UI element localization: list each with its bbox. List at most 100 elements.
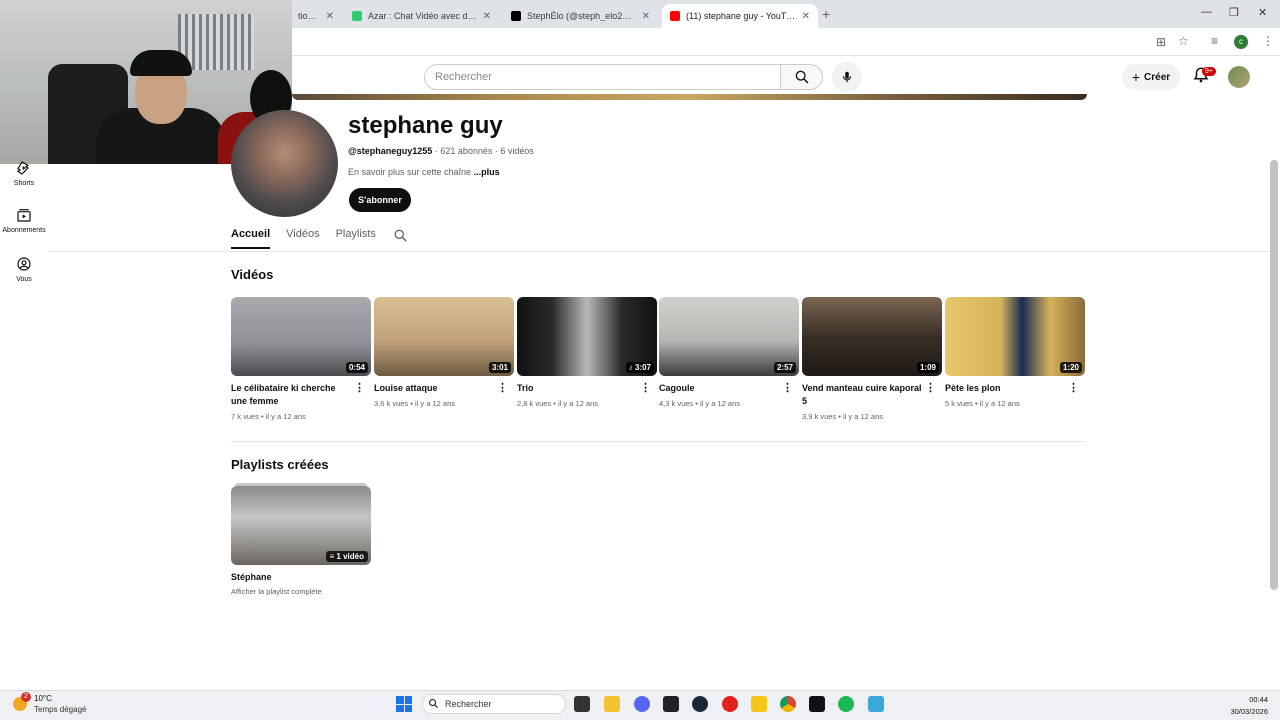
view-full-playlist-link[interactable]: Afficher la playlist complète [231,587,371,596]
shorts-icon [16,161,30,175]
video-title[interactable]: Le célibataire ki cherche une femme [231,382,353,408]
video-duration: 2:57 [773,362,796,373]
tab-videos[interactable]: Vidéos [286,228,319,249]
playlists-section-title[interactable]: Playlists créées [231,457,329,472]
subscribe-button[interactable]: S'abonner [349,188,411,212]
browser-menu-icon[interactable]: ⋮ [1262,34,1274,48]
video-card[interactable]: 1:09 Vend manteau cuire kaporal 5 3,9 k … [802,297,942,421]
window-close-icon[interactable]: ✕ [1258,6,1267,19]
channel-search-icon[interactable] [393,228,408,243]
voice-search-button[interactable] [832,62,862,92]
playlist-card[interactable]: ≡ 1 vidéo Stéphane Afficher la playlist … [231,483,371,596]
video-card[interactable]: ♪ 3:07 Trio 2,8 k vues • il y a 12 ans ⋮ [517,297,657,408]
more-actions-icon[interactable]: ⋮ [640,381,651,394]
discord-icon[interactable] [634,696,650,712]
search-icon [429,699,439,709]
azar-favicon-icon [352,11,362,21]
tiktok-favicon-icon [511,11,521,21]
guide-item-subscriptions[interactable]: Abonnements [0,207,48,234]
more-actions-icon[interactable]: ⋮ [925,381,936,394]
more-link[interactable]: ...plus [474,167,500,177]
video-duration: 0:54 [345,362,368,373]
videos-section-title[interactable]: Vidéos [231,267,273,282]
browser-profile-avatar[interactable]: c [1234,35,1248,49]
rockstar-launcher-icon[interactable] [751,696,767,712]
app-icon[interactable] [809,696,825,712]
chrome-icon[interactable] [780,696,796,712]
video-duration: 1:20 [1059,362,1082,373]
channel-about-link[interactable]: En savoir plus sur cette chaîne ...plus [348,167,500,177]
install-app-icon[interactable]: ⊞ [1156,35,1166,49]
video-title[interactable]: Louise attaque [374,382,496,395]
weather-badge: 2 [21,692,31,702]
channel-handle: @stephaneguy1255 [348,146,433,156]
task-view-icon[interactable] [574,696,590,712]
more-actions-icon[interactable]: ⋮ [354,381,365,394]
weather-temperature[interactable]: 10°C [34,694,52,703]
page-scrollbar[interactable] [1270,160,1278,590]
video-title[interactable]: Pète les plon [945,382,1067,395]
search-input[interactable]: Rechercher [424,64,781,90]
video-thumbnail[interactable]: ♪ 3:07 [517,297,657,376]
tab-playlists[interactable]: Playlists [336,228,376,249]
video-thumbnail[interactable]: 1:09 [802,297,942,376]
file-explorer-icon[interactable] [604,696,620,712]
video-title[interactable]: Trio [517,382,639,395]
video-count: 6 vidéos [500,146,534,156]
youtube-favicon-icon [670,11,680,21]
close-icon[interactable]: ✕ [642,11,650,22]
spotify-icon[interactable] [838,696,854,712]
clock-time: 00:44 [1249,695,1268,704]
taskbar-search[interactable]: Rechercher [422,694,566,714]
you-icon [17,257,31,271]
video-duration: ♪ 3:07 [625,362,654,373]
close-icon[interactable]: ✕ [483,11,491,22]
search-button[interactable] [780,64,823,90]
minimize-icon[interactable]: — [1201,6,1212,18]
more-actions-icon[interactable]: ⋮ [782,381,793,394]
video-meta: 7 k vues • il y a 12 ans [231,412,306,421]
create-button[interactable]: + Créer [1122,64,1180,90]
video-card[interactable]: 0:54 Le célibataire ki cherche une femme… [231,297,371,421]
guide-item-shorts[interactable]: Shorts [0,160,48,187]
video-card[interactable]: 2:57 Cagoule 4,3 k vues • il y a 12 ans … [659,297,799,408]
steam-icon[interactable] [692,696,708,712]
epic-games-icon[interactable] [663,696,679,712]
webcam-person-cap [130,50,192,76]
app-icon[interactable] [868,696,884,712]
windows-start-icon[interactable] [396,696,412,712]
video-meta: 3,9 k vues • il y a 12 ans [802,412,884,421]
more-actions-icon[interactable]: ⋮ [497,381,508,394]
browser-tab[interactable]: Azar : Chat Vidéo avec de nouv ✕ [344,4,499,28]
more-actions-icon[interactable]: ⋮ [1068,381,1079,394]
riot-client-icon[interactable] [722,696,738,712]
guide-item-you[interactable]: Vous [0,256,48,283]
weather-description[interactable]: Temps dégagé [34,705,86,714]
video-thumbnail[interactable]: 3:01 [374,297,514,376]
restore-icon[interactable]: ❐ [1229,6,1239,19]
channel-tabs: Accueil Vidéos Playlists [231,228,376,249]
browser-tab-active[interactable]: (11) stephane guy - YouTube ✕ [662,4,818,28]
account-avatar[interactable] [1228,66,1250,88]
browser-tab[interactable]: StephÉlo (@steph_elo29) | TikTo ✕ [503,4,658,28]
close-icon[interactable]: ✕ [802,11,810,22]
video-card[interactable]: 3:01 Louise attaque 3,6 k vues • il y a … [374,297,514,408]
browser-tab[interactable]: tionAle ✕ [290,4,342,28]
video-thumbnail[interactable]: 2:57 [659,297,799,376]
bookmark-star-icon[interactable]: ☆ [1178,34,1189,48]
playlist-title[interactable]: Stéphane [231,572,371,582]
close-icon[interactable]: ✕ [326,11,334,22]
playlist-thumbnail[interactable]: ≡ 1 vidéo [231,486,371,565]
reading-list-icon[interactable]: ≡ [1211,34,1218,48]
search-icon [795,70,809,84]
video-thumbnail[interactable]: 1:20 [945,297,1085,376]
tab-home[interactable]: Accueil [231,228,271,249]
video-card[interactable]: 1:20 Pète les plon 5 k vues • il y a 12 … [945,297,1085,408]
video-title[interactable]: Vend manteau cuire kaporal 5 [802,382,924,408]
video-meta: 3,6 k vues • il y a 12 ans [374,399,456,408]
channel-avatar[interactable] [231,110,338,217]
video-title[interactable]: Cagoule [659,382,781,395]
taskbar-clock[interactable]: 00:44 30/03/2026 [1226,694,1268,718]
video-thumbnail[interactable]: 0:54 [231,297,371,376]
new-tab-icon[interactable]: + [822,6,830,22]
